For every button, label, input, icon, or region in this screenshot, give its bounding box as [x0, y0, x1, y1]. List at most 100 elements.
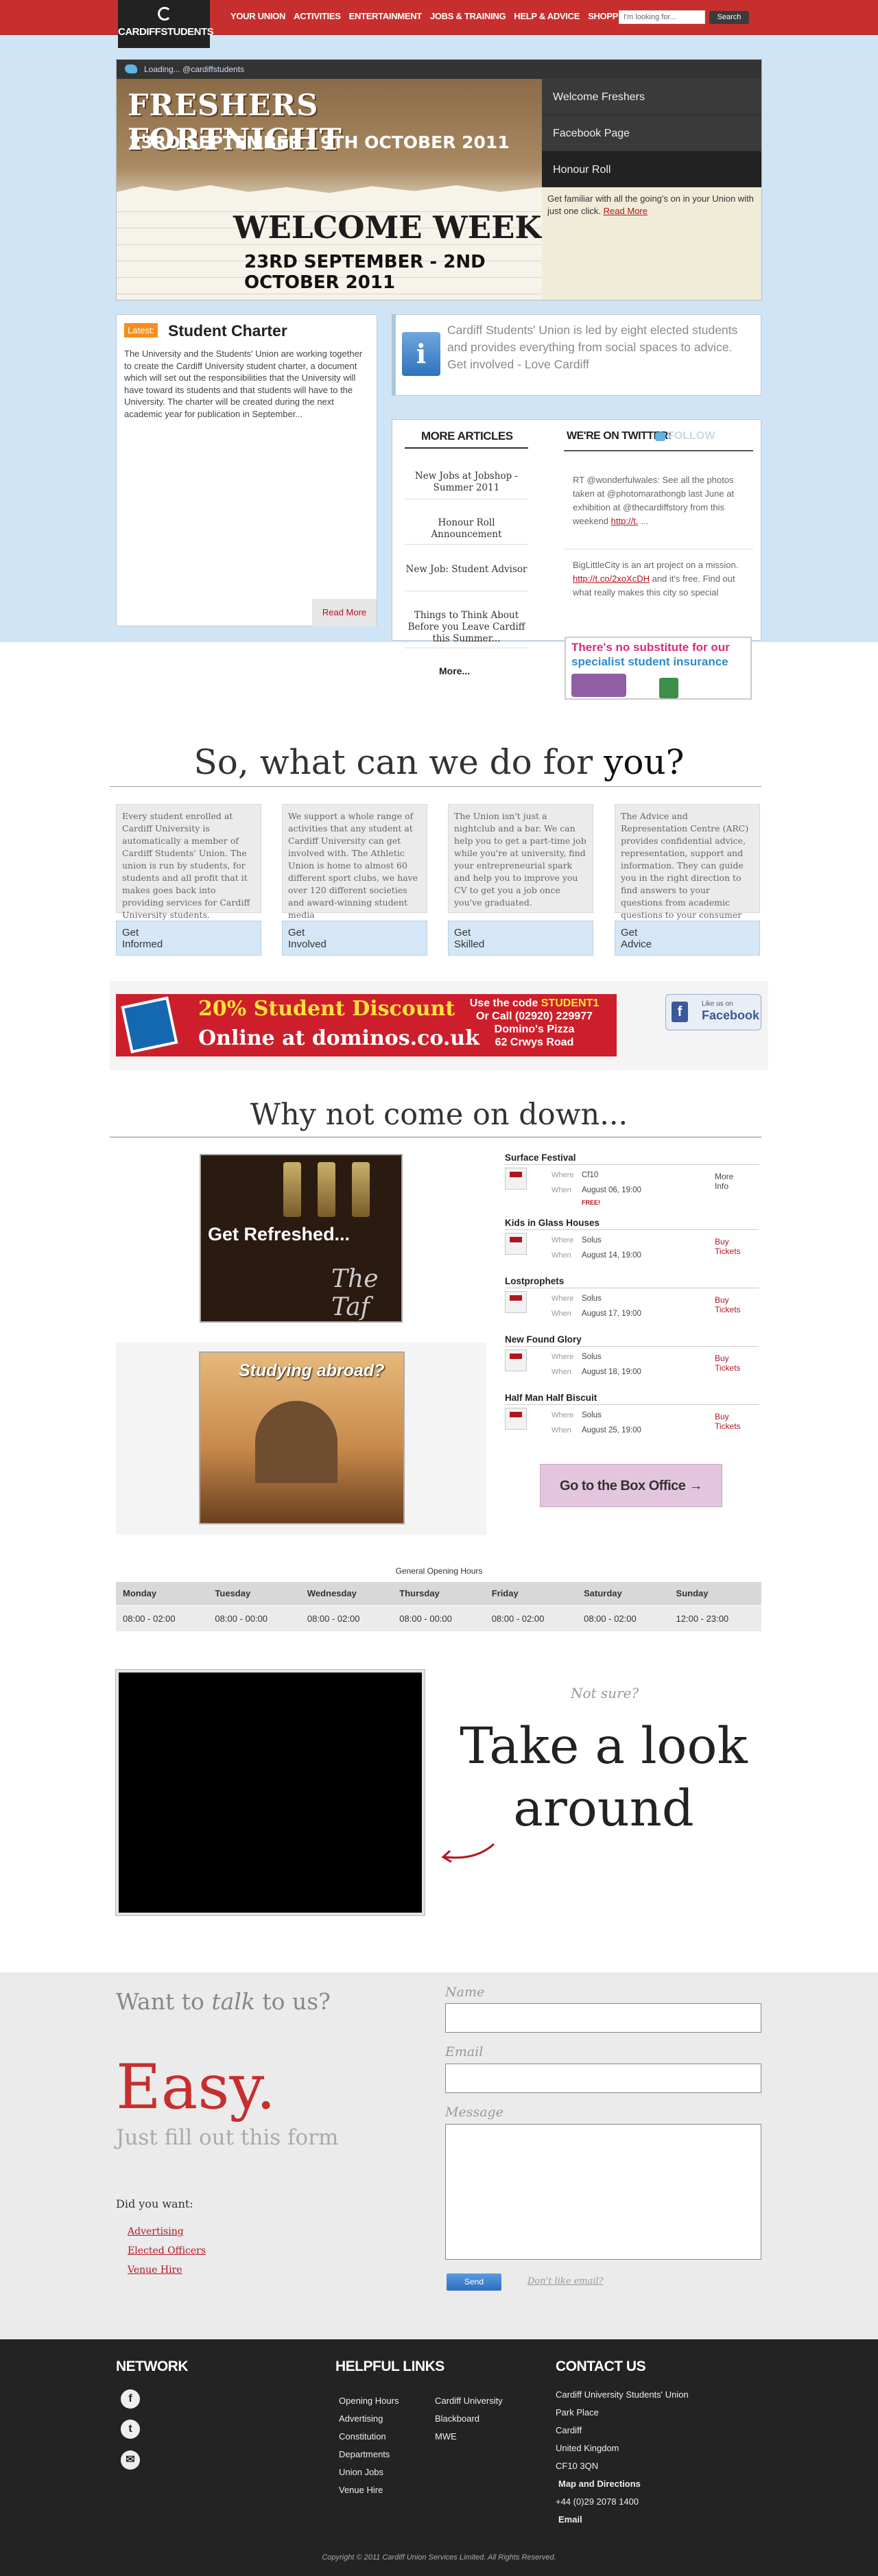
footer-link[interactable]: Union Jobs	[339, 2463, 399, 2481]
event-item[interactable]: Kids in Glass Houses Where Solus When Au…	[505, 1218, 759, 1269]
twitter-icon[interactable]: t	[121, 2420, 140, 2439]
elected-officers-link[interactable]: Elected Officers	[128, 2245, 206, 2256]
event-where: Cf10	[582, 1171, 599, 1179]
buy-tickets-link[interactable]: Buy Tickets	[715, 1354, 742, 1373]
site-logo[interactable]: CARDIFFSTUDENTS	[118, 0, 214, 48]
event-item[interactable]: Lostprophets Where Solus When August 17,…	[505, 1276, 759, 1327]
study-abroad-promo[interactable]: Studying abroad?	[199, 1351, 405, 1524]
day-header: Thursday	[392, 1582, 485, 1605]
insurance-ad[interactable]: There's no substitute for our specialist…	[565, 637, 752, 700]
footer-link[interactable]: Departments	[339, 2446, 399, 2463]
dominos-code-line: Use the code STUDENT1	[459, 997, 610, 1010]
venue-hire-link[interactable]: Venue Hire	[128, 2265, 182, 2276]
hero-read-more-link[interactable]: Read More	[604, 206, 648, 216]
box-office-button[interactable]: Go to the Box Office →	[540, 1464, 722, 1507]
beer-tap-icon	[318, 1162, 335, 1217]
opening-hours-table: Monday Tuesday Wednesday Thursday Friday…	[116, 1582, 761, 1631]
facebook-small-label: Like us on	[702, 1000, 733, 1008]
the-taf-promo[interactable]: Get Refreshed... The Taf	[200, 1154, 403, 1323]
send-button[interactable]: Send	[447, 2273, 501, 2291]
nav-help-advice[interactable]: HELP & ADVICE	[514, 11, 580, 21]
dominos-sub: Online at dominos.co.uk	[198, 1026, 479, 1050]
services-heading: So, what can we do for you?	[110, 742, 768, 782]
study-abroad-text: Studying abroad?	[239, 1361, 385, 1380]
dont-like-email-link[interactable]: Don't like email?	[527, 2276, 604, 2287]
event-where-label: Where	[551, 1171, 574, 1179]
get-involved-button[interactable]: Get Involved	[282, 921, 427, 956]
day-header: Sunday	[669, 1582, 761, 1605]
tweet-tail: ...	[638, 516, 648, 526]
take-a-look-line1: Take a look	[460, 1717, 748, 1775]
article-link[interactable]: Things to Think About Before you Leave C…	[405, 610, 528, 648]
hero-menu-honour-roll[interactable]: Honour Roll	[542, 152, 761, 188]
buy-tickets-link[interactable]: Buy Tickets	[715, 1412, 742, 1431]
nav-jobs-training[interactable]: JOBS & TRAINING	[430, 11, 506, 21]
get-advice-button[interactable]: Get Advice	[615, 921, 760, 956]
freshers-banner[interactable]: FRESHERS FORTNIGHT 23RD SEPTEMBER - 9TH …	[117, 79, 542, 300]
event-title[interactable]: Kids in Glass Houses	[505, 1218, 759, 1228]
map-directions-link[interactable]: Map and Directions	[556, 2475, 689, 2493]
footer-link[interactable]: MWE	[435, 2428, 503, 2446]
button-line2: Advice	[621, 938, 652, 950]
get-skilled-button[interactable]: Get Skilled	[448, 921, 593, 956]
event-when-label: When	[551, 1426, 571, 1434]
hero-menu-facebook-page[interactable]: Facebook Page	[542, 115, 761, 152]
table-row: 08:00 - 02:00 08:00 - 00:00 08:00 - 02:0…	[116, 1605, 761, 1631]
article-link[interactable]: New Jobs at Jobshop - Summer 2011	[405, 471, 528, 499]
dominos-phone: Or Call (02920) 229977	[476, 1011, 593, 1022]
footer-link[interactable]: Advertising	[339, 2410, 399, 2428]
mail-icon[interactable]: ✉	[121, 2450, 140, 2470]
footer-link[interactable]: Venue Hire	[339, 2481, 399, 2499]
facebook-icon[interactable]: f	[121, 2389, 140, 2409]
email-field[interactable]	[445, 2064, 761, 2093]
footer-link[interactable]: Blackboard	[435, 2410, 503, 2428]
dominos-logo-icon	[121, 996, 178, 1054]
event-note: FREE!	[582, 1199, 600, 1206]
article-link[interactable]: Honour Roll Announcement	[405, 517, 528, 545]
search-button[interactable]: Search	[709, 11, 749, 24]
nav-your-union[interactable]: YOUR UNION	[230, 11, 285, 21]
facebook-like-button[interactable]: f Like us on Facebook	[665, 994, 761, 1030]
button-line2: Informed	[122, 938, 163, 950]
beer-tap-icon	[283, 1162, 301, 1217]
event-item[interactable]: Half Man Half Biscuit Where Solus When A…	[505, 1393, 759, 1444]
hours-cell: 08:00 - 02:00	[577, 1605, 669, 1631]
event-title[interactable]: Half Man Half Biscuit	[505, 1393, 759, 1403]
hero-description-text: Get familiar with all the going's on in …	[547, 193, 754, 216]
advertising-link[interactable]: Advertising	[128, 2226, 184, 2237]
event-title[interactable]: New Found Glory	[505, 1334, 759, 1345]
tweet-link[interactable]: http://t.co/2xoXcDH	[573, 574, 650, 584]
article-link[interactable]: New Job: Student Advisor	[405, 564, 528, 591]
event-more-info-link[interactable]: More Info	[715, 1172, 742, 1191]
video-player[interactable]	[115, 1669, 425, 1916]
buy-tickets-link[interactable]: Buy Tickets	[715, 1295, 742, 1314]
get-informed-button[interactable]: Get Informed	[116, 921, 261, 956]
contact-phone: +44 (0)29 2078 1400	[556, 2496, 639, 2507]
hero-menu-welcome-freshers[interactable]: Welcome Freshers	[542, 79, 761, 115]
footer-link[interactable]: Constitution	[339, 2428, 399, 2446]
footer-link[interactable]: Cardiff University	[435, 2392, 503, 2410]
articles-more-link[interactable]: More...	[439, 665, 470, 676]
banner-torn-edge	[117, 185, 542, 200]
contact-heading-post: to us?	[254, 1988, 331, 2015]
tweet-link[interactable]: http://t.	[611, 516, 639, 526]
event-item[interactable]: Surface Festival Where Cf10 When August …	[505, 1153, 759, 1209]
footer-link[interactable]: Opening Hours	[339, 2392, 399, 2410]
event-title[interactable]: Lostprophets	[505, 1276, 759, 1286]
tweet: RT @wonderfulwales: See all the photos t…	[573, 473, 740, 528]
nav-activities[interactable]: ACTIVITIES	[294, 11, 341, 21]
search-input[interactable]: I'm looking for...	[619, 10, 705, 24]
latest-title[interactable]: Student Charter	[168, 322, 287, 340]
event-title[interactable]: Surface Festival	[505, 1153, 759, 1163]
contact-email-link[interactable]: Email	[556, 2511, 689, 2529]
hours-cell: 08:00 - 02:00	[300, 1605, 393, 1631]
latest-read-more-button[interactable]: Read More	[312, 599, 377, 626]
event-item[interactable]: New Found Glory Where Solus When August …	[505, 1334, 759, 1386]
dominos-ad[interactable]: 20% Student Discount Online at dominos.c…	[116, 994, 617, 1056]
buy-tickets-link[interactable]: Buy Tickets	[715, 1237, 742, 1256]
message-field[interactable]	[445, 2124, 761, 2260]
name-field[interactable]	[445, 2003, 761, 2033]
twitter-follow-link[interactable]: FOLLOW	[667, 430, 715, 442]
event-when-label: When	[551, 1251, 571, 1260]
nav-entertainment[interactable]: ENTERTAINMENT	[349, 11, 423, 21]
